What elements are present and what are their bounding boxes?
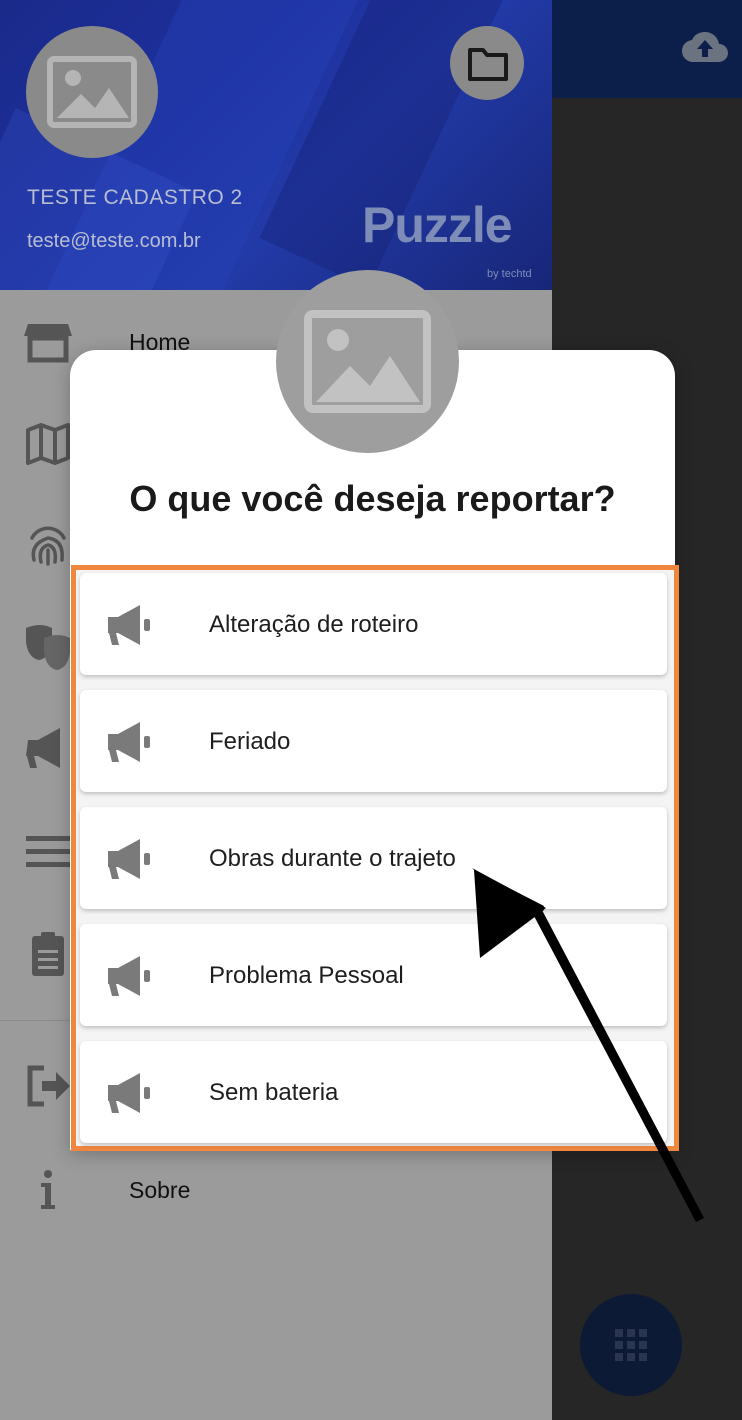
- report-option-label: Alteração de roteiro: [209, 611, 419, 638]
- dialog-title: O que você deseja reportar?: [129, 478, 616, 519]
- megaphone-icon: [108, 605, 150, 645]
- report-option-feriado[interactable]: Feriado: [80, 690, 667, 792]
- clipboard-icon[interactable]: [24, 930, 72, 978]
- info-icon[interactable]: [24, 1166, 72, 1214]
- report-option-label: Obras durante o trajeto: [209, 845, 456, 872]
- megaphone-icon: [108, 1073, 150, 1113]
- theater-masks-icon[interactable]: [24, 622, 72, 670]
- logout-icon[interactable]: [24, 1062, 72, 1110]
- report-option-label: Problema Pessoal: [209, 962, 404, 989]
- drawer-header: TESTE CADASTRO 2 teste@teste.com.br Puzz…: [0, 0, 552, 290]
- image-placeholder-icon: [304, 310, 431, 413]
- map-icon[interactable]: [24, 420, 72, 468]
- cloud-upload-icon[interactable]: [682, 30, 728, 66]
- folder-icon: [468, 48, 508, 81]
- folder-button[interactable]: [450, 26, 524, 100]
- user-avatar[interactable]: [26, 26, 158, 158]
- report-option-label: Feriado: [209, 728, 291, 755]
- megaphone-icon: [108, 722, 150, 762]
- menu-item-sobre[interactable]: Sobre: [129, 1177, 190, 1204]
- report-option-label: Sem bateria: [209, 1079, 339, 1106]
- megaphone-icon[interactable]: [24, 724, 72, 772]
- user-name: TESTE CADASTRO 2: [27, 186, 243, 209]
- megaphone-icon: [108, 956, 150, 996]
- brand-tagline: by techtd: [487, 268, 532, 280]
- list-icon[interactable]: [24, 828, 72, 876]
- image-placeholder-icon: [47, 56, 137, 128]
- user-email: teste@teste.com.br: [27, 230, 201, 252]
- report-option-alteracao-de-roteiro[interactable]: Alteração de roteiro: [80, 573, 667, 675]
- grid-icon: [615, 1329, 647, 1361]
- brand-logo: Puzzle: [362, 197, 513, 253]
- annotation-arrow: [472, 868, 704, 1222]
- fingerprint-icon[interactable]: [24, 520, 72, 568]
- dialog-image-placeholder: [276, 270, 459, 453]
- megaphone-icon: [108, 839, 150, 879]
- apps-fab-button[interactable]: [580, 1294, 682, 1396]
- store-icon[interactable]: [24, 318, 72, 366]
